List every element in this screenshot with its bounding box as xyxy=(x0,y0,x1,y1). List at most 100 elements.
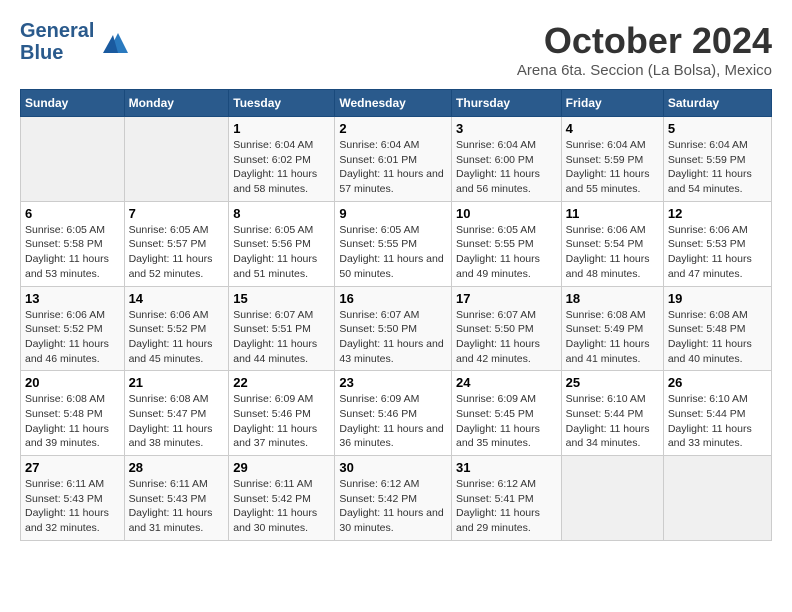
calendar-cell: 11Sunrise: 6:06 AM Sunset: 5:54 PM Dayli… xyxy=(561,201,663,286)
day-info: Sunrise: 6:04 AM Sunset: 6:00 PM Dayligh… xyxy=(456,138,557,197)
calendar-cell xyxy=(561,456,663,541)
day-info: Sunrise: 6:12 AM Sunset: 5:42 PM Dayligh… xyxy=(339,477,447,536)
calendar-cell: 19 Sunrise: 6:08 AM Sunset: 5:48 PM Dayli… xyxy=(663,286,771,371)
day-info: Sunrise: 6:11 AM Sunset: 5:42 PM Dayligh… xyxy=(233,477,330,536)
day-info: Sunrise: 6:04 AM Sunset: 6:01 PM Dayligh… xyxy=(339,138,447,197)
day-info: Sunrise: 6:05 AM Sunset: 5:56 PM Dayligh… xyxy=(233,223,330,282)
calendar-cell: 30Sunrise: 6:12 AM Sunset: 5:42 PM Dayli… xyxy=(335,456,452,541)
calendar-cell: 7 Sunrise: 6:05 AM Sunset: 5:57 PM Daylig… xyxy=(124,201,229,286)
day-number: 17 xyxy=(456,291,557,306)
day-info: Sunrise: 6:07 AM Sunset: 5:51 PM Dayligh… xyxy=(233,308,330,367)
day-info: Sunrise: 6:09 AM Sunset: 5:46 PM Dayligh… xyxy=(339,392,447,451)
day-info: Sunrise: 6:12 AM Sunset: 5:41 PM Dayligh… xyxy=(456,477,557,536)
logo-icon xyxy=(98,25,133,60)
calendar-cell: 24 Sunrise: 6:09 AM Sunset: 5:45 PM Dayli… xyxy=(452,371,562,456)
calendar-cell: 15 Sunrise: 6:07 AM Sunset: 5:51 PM Dayli… xyxy=(229,286,335,371)
calendar-cell: 22 Sunrise: 6:09 AM Sunset: 5:46 PM Dayli… xyxy=(229,371,335,456)
day-number: 21 xyxy=(129,375,225,390)
page-header: General Blue October 2024 Arena 6ta. Sec… xyxy=(20,20,772,79)
day-info: Sunrise: 6:08 AM Sunset: 5:49 PM Dayligh… xyxy=(566,308,659,367)
calendar-cell: 16 Sunrise: 6:07 AM Sunset: 5:50 PM Dayli… xyxy=(335,286,452,371)
day-info: Sunrise: 6:09 AM Sunset: 5:46 PM Dayligh… xyxy=(233,392,330,451)
calendar-cell xyxy=(21,117,125,202)
calendar-cell: 9 Sunrise: 6:05 AM Sunset: 5:55 PM Daylig… xyxy=(335,201,452,286)
calendar-cell: 14 Sunrise: 6:06 AM Sunset: 5:52 PM Dayli… xyxy=(124,286,229,371)
day-info: Sunrise: 6:09 AM Sunset: 5:45 PM Dayligh… xyxy=(456,392,557,451)
weekday-header-friday: Friday xyxy=(561,90,663,117)
calendar-cell xyxy=(124,117,229,202)
calendar-cell: 27 Sunrise: 6:11 AM Sunset: 5:43 PM Dayli… xyxy=(21,456,125,541)
calendar-week-1: 1 Sunrise: 6:04 AM Sunset: 6:02 PM Daylig… xyxy=(21,117,772,202)
day-info: Sunrise: 6:08 AM Sunset: 5:47 PM Dayligh… xyxy=(129,392,225,451)
day-info: Sunrise: 6:10 AM Sunset: 5:44 PM Dayligh… xyxy=(668,392,767,451)
calendar-cell: 21 Sunrise: 6:08 AM Sunset: 5:47 PM Dayli… xyxy=(124,371,229,456)
weekday-header-sunday: Sunday xyxy=(21,90,125,117)
calendar-cell: 12Sunrise: 6:06 AM Sunset: 5:53 PM Dayli… xyxy=(663,201,771,286)
calendar-cell: 5Sunrise: 6:04 AM Sunset: 5:59 PM Daylig… xyxy=(663,117,771,202)
day-number: 31 xyxy=(456,460,557,475)
day-number: 18 xyxy=(566,291,659,306)
day-info: Sunrise: 6:05 AM Sunset: 5:57 PM Dayligh… xyxy=(129,223,225,282)
day-info: Sunrise: 6:04 AM Sunset: 5:59 PM Dayligh… xyxy=(566,138,659,197)
calendar-week-4: 20Sunrise: 6:08 AM Sunset: 5:48 PM Dayli… xyxy=(21,371,772,456)
logo-line2: Blue xyxy=(20,42,94,64)
calendar-cell: 2 Sunrise: 6:04 AM Sunset: 6:01 PM Daylig… xyxy=(335,117,452,202)
calendar-cell: 20Sunrise: 6:08 AM Sunset: 5:48 PM Dayli… xyxy=(21,371,125,456)
day-info: Sunrise: 6:05 AM Sunset: 5:58 PM Dayligh… xyxy=(25,223,120,282)
calendar-table: SundayMondayTuesdayWednesdayThursdayFrid… xyxy=(20,89,772,541)
day-info: Sunrise: 6:06 AM Sunset: 5:52 PM Dayligh… xyxy=(25,308,120,367)
calendar-cell: 28 Sunrise: 6:11 AM Sunset: 5:43 PM Dayli… xyxy=(124,456,229,541)
day-number: 25 xyxy=(566,375,659,390)
calendar-cell: 13 Sunrise: 6:06 AM Sunset: 5:52 PM Dayli… xyxy=(21,286,125,371)
weekday-header-monday: Monday xyxy=(124,90,229,117)
day-number: 23 xyxy=(339,375,447,390)
calendar-cell: 26Sunrise: 6:10 AM Sunset: 5:44 PM Dayli… xyxy=(663,371,771,456)
day-number: 16 xyxy=(339,291,447,306)
calendar-week-5: 27 Sunrise: 6:11 AM Sunset: 5:43 PM Dayli… xyxy=(21,456,772,541)
month-title: October 2024 xyxy=(517,20,772,62)
calendar-week-3: 13 Sunrise: 6:06 AM Sunset: 5:52 PM Dayli… xyxy=(21,286,772,371)
calendar-cell: 10Sunrise: 6:05 AM Sunset: 5:55 PM Dayli… xyxy=(452,201,562,286)
weekday-header-saturday: Saturday xyxy=(663,90,771,117)
weekday-header-wednesday: Wednesday xyxy=(335,90,452,117)
day-number: 12 xyxy=(668,206,767,221)
day-info: Sunrise: 6:04 AM Sunset: 5:59 PM Dayligh… xyxy=(668,138,767,197)
day-info: Sunrise: 6:04 AM Sunset: 6:02 PM Dayligh… xyxy=(233,138,330,197)
day-number: 4 xyxy=(566,121,659,136)
day-number: 9 xyxy=(339,206,447,221)
day-number: 13 xyxy=(25,291,120,306)
day-number: 19 xyxy=(668,291,767,306)
calendar-header: SundayMondayTuesdayWednesdayThursdayFrid… xyxy=(21,90,772,117)
weekday-header-tuesday: Tuesday xyxy=(229,90,335,117)
day-info: Sunrise: 6:11 AM Sunset: 5:43 PM Dayligh… xyxy=(25,477,120,536)
day-number: 1 xyxy=(233,121,330,136)
day-number: 2 xyxy=(339,121,447,136)
weekday-header-thursday: Thursday xyxy=(452,90,562,117)
logo: General Blue xyxy=(20,20,133,64)
calendar-cell xyxy=(663,456,771,541)
day-number: 15 xyxy=(233,291,330,306)
day-number: 7 xyxy=(129,206,225,221)
day-info: Sunrise: 6:07 AM Sunset: 5:50 PM Dayligh… xyxy=(339,308,447,367)
weekday-header-row: SundayMondayTuesdayWednesdayThursdayFrid… xyxy=(21,90,772,117)
day-number: 3 xyxy=(456,121,557,136)
calendar-cell: 17Sunrise: 6:07 AM Sunset: 5:50 PM Dayli… xyxy=(452,286,562,371)
day-info: Sunrise: 6:06 AM Sunset: 5:52 PM Dayligh… xyxy=(129,308,225,367)
title-block: October 2024 Arena 6ta. Seccion (La Bols… xyxy=(517,20,772,79)
day-number: 28 xyxy=(129,460,225,475)
day-number: 11 xyxy=(566,206,659,221)
calendar-body: 1 Sunrise: 6:04 AM Sunset: 6:02 PM Daylig… xyxy=(21,117,772,541)
calendar-week-2: 6Sunrise: 6:05 AM Sunset: 5:58 PM Daylig… xyxy=(21,201,772,286)
day-number: 22 xyxy=(233,375,330,390)
day-number: 27 xyxy=(25,460,120,475)
location-title: Arena 6ta. Seccion (La Bolsa), Mexico xyxy=(517,62,772,79)
day-number: 24 xyxy=(456,375,557,390)
day-info: Sunrise: 6:11 AM Sunset: 5:43 PM Dayligh… xyxy=(129,477,225,536)
day-number: 20 xyxy=(25,375,120,390)
day-info: Sunrise: 6:08 AM Sunset: 5:48 PM Dayligh… xyxy=(668,308,767,367)
day-info: Sunrise: 6:05 AM Sunset: 5:55 PM Dayligh… xyxy=(339,223,447,282)
logo-line1: General xyxy=(20,20,94,42)
calendar-cell: 1 Sunrise: 6:04 AM Sunset: 6:02 PM Daylig… xyxy=(229,117,335,202)
day-number: 14 xyxy=(129,291,225,306)
calendar-cell: 3 Sunrise: 6:04 AM Sunset: 6:00 PM Daylig… xyxy=(452,117,562,202)
